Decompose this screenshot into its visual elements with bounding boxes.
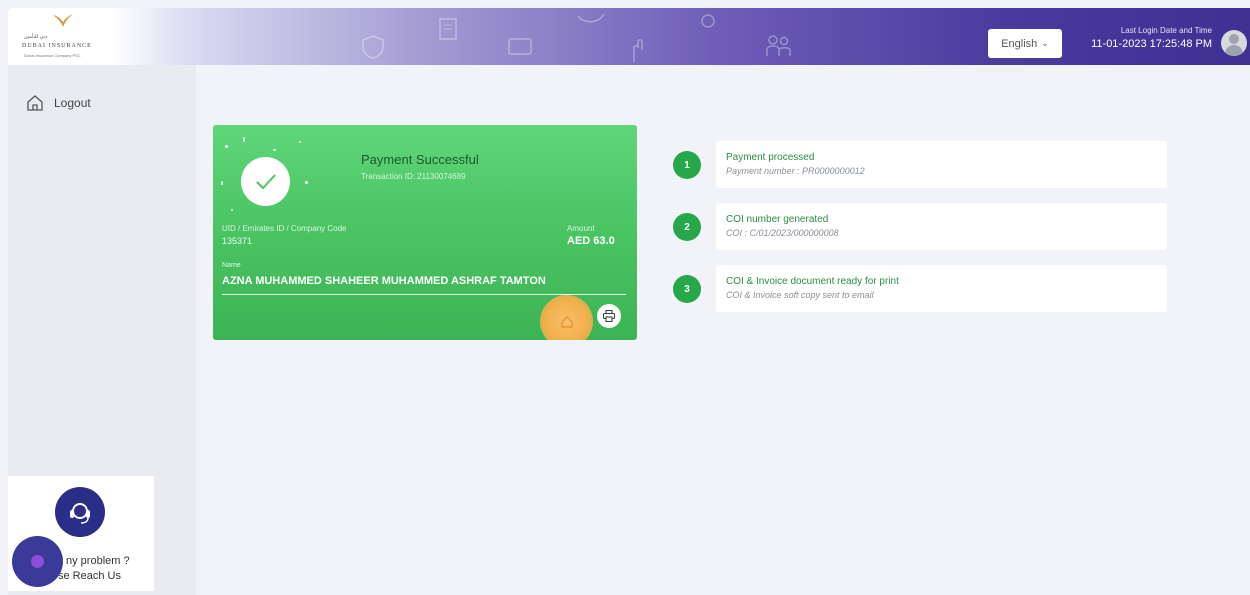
uid-label: UID / Emirates ID / Company Code xyxy=(222,224,347,233)
step-number: 3 xyxy=(673,275,701,303)
step-subtitle: COI & Invoice soft copy sent to email xyxy=(726,290,874,300)
language-select[interactable]: English ⌄ xyxy=(988,29,1062,58)
sidebar-item-label: Logout xyxy=(54,96,91,110)
step-title: COI number generated xyxy=(726,214,829,225)
hand-decor-icon xyxy=(633,39,643,62)
payment-success-card: Payment Successful Transaction ID: 21130… xyxy=(213,125,637,340)
payment-title: Payment Successful xyxy=(361,152,479,167)
step-subtitle: Payment number : PR0000000012 xyxy=(726,166,865,176)
amount-label: Amount xyxy=(567,224,595,233)
printer-icon xyxy=(602,309,616,323)
chat-fab-button[interactable] xyxy=(12,536,63,587)
name-label: Name xyxy=(222,262,241,269)
home-icon xyxy=(27,95,43,111)
step-item: 3 COI & Invoice document ready for print… xyxy=(673,265,1167,312)
sidebar-item-logout[interactable]: Logout xyxy=(26,94,91,112)
home-icon xyxy=(560,315,573,328)
check-icon xyxy=(241,157,290,206)
brand-logo[interactable]: دبي للتأمين DUBAI INSURANCE Dubai Insura… xyxy=(8,8,116,65)
step-item: 2 COI number generated COI : C/01/2023/0… xyxy=(673,203,1167,250)
step-number: 2 xyxy=(673,213,701,241)
name-value: AZNA MUHAMMED SHAHEER MUHAMMED ASHRAF TA… xyxy=(222,275,546,287)
language-value: English xyxy=(1001,37,1038,50)
step-number: 1 xyxy=(673,151,701,179)
brand-name: DUBAI INSURANCE xyxy=(22,43,92,49)
card-decor-icon xyxy=(508,38,532,55)
chevron-down-icon: ⌄ xyxy=(1041,38,1049,48)
step-card: COI & Invoice document ready for print C… xyxy=(716,265,1167,312)
avatar[interactable] xyxy=(1221,30,1247,56)
wave-decor-icon xyxy=(577,13,605,23)
help-text-line2: se Reach Us xyxy=(58,570,121,582)
step-item: 1 Payment processed Payment number : PR0… xyxy=(673,141,1167,188)
step-title: COI & Invoice document ready for print xyxy=(726,276,899,287)
document-decor-icon xyxy=(439,18,457,40)
step-subtitle: COI : C/01/2023/000000008 xyxy=(726,228,839,238)
step-card: Payment processed Payment number : PR000… xyxy=(716,141,1167,188)
shield-decor-icon xyxy=(362,35,384,59)
family-decor-icon xyxy=(766,35,791,56)
last-login-label: Last Login Date and Time xyxy=(1120,26,1212,35)
brand-arabic: دبي للتأمين xyxy=(24,34,48,40)
headset-icon[interactable] xyxy=(55,487,105,537)
last-login-value: 11-01-2023 17:25:48 PM xyxy=(1091,38,1212,50)
home-button[interactable] xyxy=(540,295,593,340)
person-decor-icon xyxy=(701,14,715,28)
transaction-id: Transaction ID: 21130074689 xyxy=(361,172,466,181)
help-text-line1: ny problem ? xyxy=(66,555,130,567)
chat-dot-icon xyxy=(31,555,44,568)
amount-value: AED 63.0 xyxy=(567,235,615,247)
step-title: Payment processed xyxy=(726,152,815,163)
uid-value: 135371 xyxy=(222,236,253,246)
top-bar: دبي للتأمين DUBAI INSURANCE Dubai Insura… xyxy=(8,8,1250,65)
bird-logo-icon xyxy=(53,14,73,27)
print-button[interactable] xyxy=(597,304,621,328)
brand-tagline: Dubai Insurance Company PSC xyxy=(24,53,81,58)
step-card: COI number generated COI : C/01/2023/000… xyxy=(716,203,1167,250)
